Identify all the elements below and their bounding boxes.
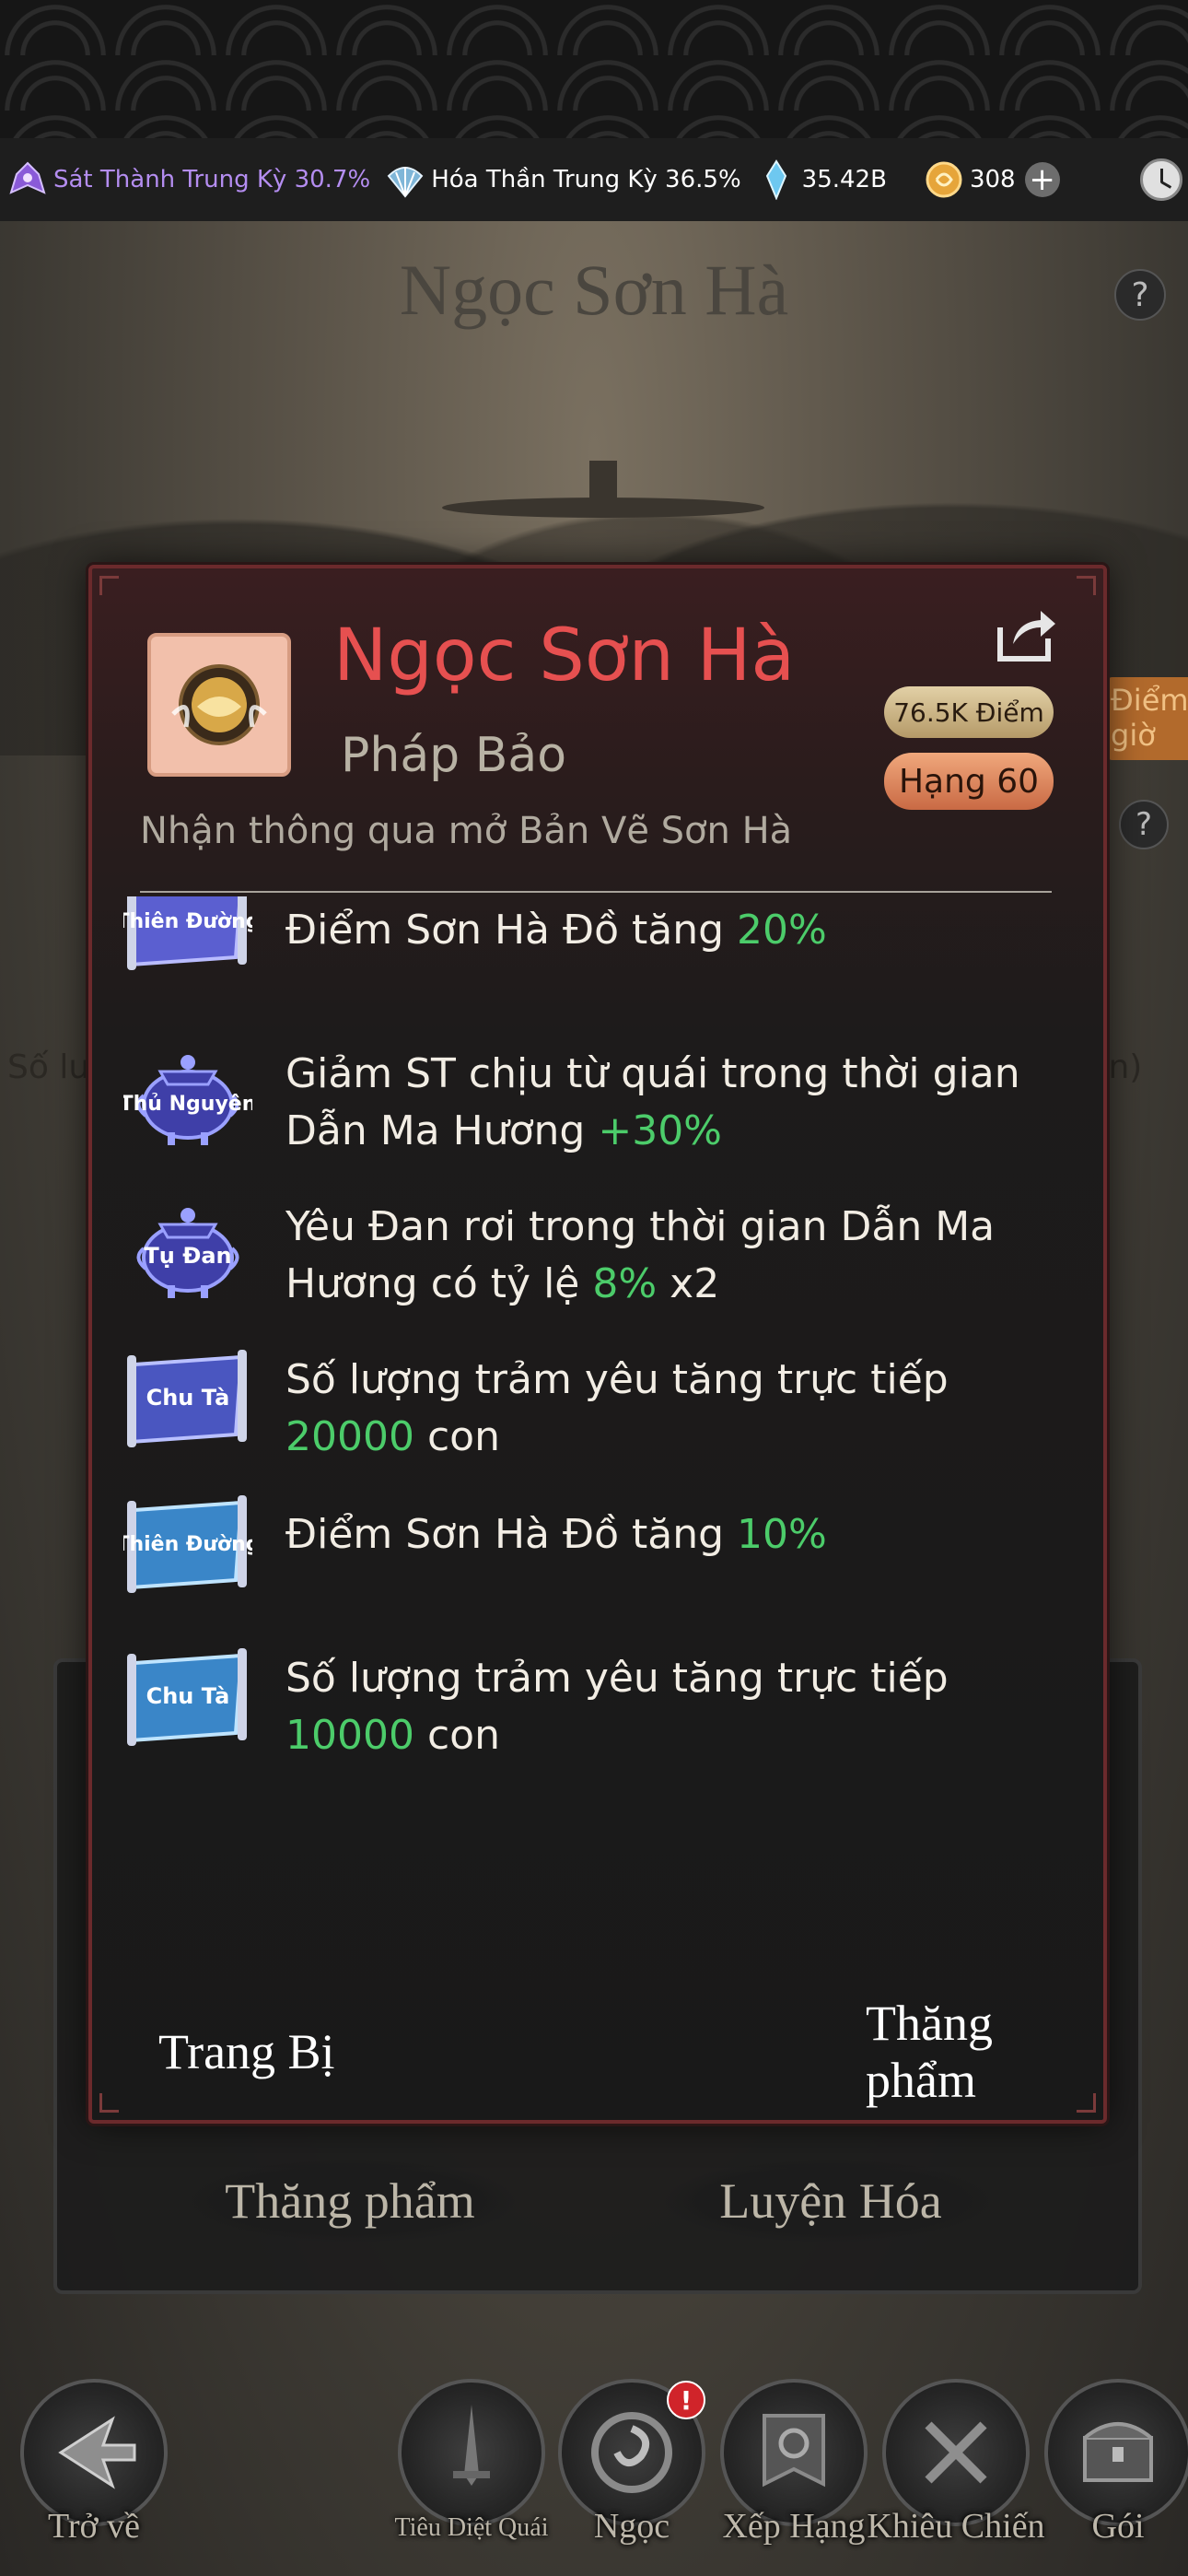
divider	[140, 891, 1052, 893]
effect-badge-label: Chu Tà	[146, 1385, 230, 1411]
cauldron-badge-icon: Thủ Nguyên	[123, 1055, 252, 1145]
crossed-swords-icon	[925, 2421, 987, 2484]
realm-progress-2-text: Hóa Thần Trung Kỳ 36.5%	[431, 166, 741, 193]
effect-suffix: con	[413, 1413, 500, 1460]
effect-badge-label: Thiên Đường	[123, 1533, 252, 1556]
corner-ornament	[1077, 576, 1096, 595]
nav-jade[interactable]: ! Ngọc	[558, 2379, 705, 2563]
effect-text: Số lượng trảm yêu tăng trực tiếp	[285, 1655, 949, 1702]
effect-badge-label: Tụ Đan	[144, 1243, 231, 1269]
equip-button[interactable]: Trang Bị	[158, 2010, 335, 2093]
crystal-icon	[765, 159, 786, 200]
demon-realm-icon	[9, 161, 46, 194]
side-points-badge[interactable]: Điểm giờ	[1105, 677, 1188, 760]
add-gold-button[interactable]: +	[1024, 162, 1060, 197]
effect-text: Điểm Sơn Hà Đồ tăng	[285, 907, 738, 954]
realm-progress-1-text: Sát Thành Trung Kỳ 30.7%	[53, 166, 371, 193]
resource-bar: Sát Thành Trung Kỳ 30.7% Hóa Thần Trung …	[0, 138, 1188, 221]
effect-badge-label: Thiên Đường	[123, 910, 252, 933]
treasure-chest-icon	[1083, 2422, 1153, 2482]
side-badge-line2: giờ	[1111, 718, 1156, 753]
effect-description: Giảm ST chịu từ quái trong thời gian Dẫn…	[285, 1046, 1077, 1160]
back-arrow-icon	[58, 2416, 136, 2489]
nav-ranking[interactable]: Xếp Hạng	[720, 2379, 868, 2563]
gold-amount: 308	[969, 166, 1016, 193]
effects-list[interactable]: Thiên Đường Điểm Sơn Hà Đồ tăng 20% Thủ Ng…	[123, 896, 1081, 1928]
item-name: Ngọc Sơn Hà	[333, 615, 796, 697]
nav-pack-label: Gói	[1091, 2507, 1145, 2546]
item-type: Pháp Bảo	[341, 728, 567, 783]
nav-challenge[interactable]: Khiêu Chiến	[867, 2379, 1045, 2563]
nav-back[interactable]: Trở về	[20, 2379, 168, 2563]
effect-badge-label: Thủ Nguyên	[123, 1093, 252, 1116]
sword-icon	[453, 2405, 490, 2486]
effect-description: Điểm Sơn Hà Đồ tăng 20%	[285, 902, 1077, 959]
item-source: Nhận thông qua mở Bản Vẽ Sơn Hà	[140, 810, 793, 852]
rank-badge: Hạng 60	[884, 753, 1054, 810]
realm-progress-2[interactable]: Hóa Thần Trung Kỳ 36.5%	[385, 159, 741, 200]
gem-counter[interactable]: 35.42B	[756, 159, 887, 200]
nav-back-label: Trở về	[48, 2507, 140, 2546]
jade-orb-icon	[171, 664, 267, 745]
nav-circle	[398, 2379, 545, 2526]
banner-icon	[763, 2414, 825, 2488]
corner-ornament	[99, 2093, 119, 2113]
fan-realm-icon	[387, 167, 424, 198]
gold-counter[interactable]: 308 +	[924, 159, 1060, 200]
gold-coin-icon	[926, 161, 962, 198]
effect-value: 20%	[737, 907, 827, 954]
top-decoration	[0, 0, 1188, 138]
help-icon-secondary[interactable]: ?	[1119, 800, 1169, 849]
effect-description: Số lượng trảm yêu tăng trực tiếp 20000 c…	[285, 1352, 1077, 1466]
nav-circle	[882, 2379, 1030, 2526]
effect-value: 8%	[592, 1260, 658, 1307]
help-icon[interactable]: ?	[1114, 269, 1166, 321]
clock-icon[interactable]	[1140, 158, 1182, 201]
effect-suffix: con	[413, 1712, 500, 1759]
effect-text: Số lượng trảm yêu tăng trực tiếp	[285, 1356, 949, 1403]
nav-circle	[1044, 2379, 1188, 2526]
scroll-badge-icon: Chu Tà	[127, 1350, 247, 1447]
scroll-badge-icon: Chu Tà	[127, 1648, 247, 1746]
pagoda-silhouette	[442, 461, 764, 544]
item-detail-modal: Ngọc Sơn Hà Pháp Bảo 76.5K Điểm Hạng 60 …	[88, 565, 1107, 2124]
effect-description: Yêu Đan rơi trong thời gian Dẫn Ma Hương…	[285, 1199, 1077, 1313]
effect-value: 10000	[285, 1712, 414, 1759]
nav-pack[interactable]: Gói	[1044, 2379, 1188, 2563]
gem-amount: 35.42B	[801, 166, 887, 193]
effect-text: Điểm Sơn Hà Đồ tăng	[285, 1511, 738, 1558]
background-refine-button[interactable]: Luyện Hóa	[665, 2160, 996, 2242]
effect-value: +30%	[598, 1107, 722, 1154]
effect-description: Số lượng trảm yêu tăng trực tiếp 10000 c…	[285, 1650, 1077, 1764]
cauldron-badge-icon: Tụ Đan	[136, 1208, 239, 1298]
effect-value: 20000	[285, 1413, 414, 1460]
points-badge: 76.5K Điểm	[884, 686, 1054, 738]
effect-suffix: x2	[657, 1260, 720, 1307]
corner-ornament	[99, 576, 119, 595]
background-label-left: Số lu	[7, 1048, 90, 1086]
upgrade-button[interactable]: Thăng phẩm	[866, 1996, 1103, 2108]
side-badge-line1: Điểm	[1111, 683, 1188, 718]
nav-kill-monster[interactable]: Tiêu Diệt Quái	[395, 2379, 548, 2563]
effect-value: 10%	[737, 1511, 827, 1558]
item-icon-frame	[147, 633, 291, 777]
bottom-nav: Trở về Tiêu Diệt Quái ! Ngọc Xếp Hạng Kh…	[0, 2359, 1188, 2576]
nav-circle	[20, 2379, 168, 2526]
scroll-badge-icon: Thiên Đường	[123, 1495, 252, 1593]
effect-badge-label: Chu Tà	[146, 1683, 230, 1709]
notification-badge: !	[667, 2381, 705, 2419]
nav-circle	[720, 2379, 868, 2526]
scroll-badge-icon: Thiên Đường	[123, 896, 252, 970]
realm-progress-1[interactable]: Sát Thành Trung Kỳ 30.7%	[7, 159, 370, 200]
page-title: Ngọc Sơn Hà	[399, 250, 789, 330]
share-icon[interactable]	[995, 605, 1059, 664]
effect-description: Điểm Sơn Hà Đồ tăng 10%	[285, 1506, 1077, 1563]
background-upgrade-button[interactable]: Thăng phẩm	[184, 2160, 516, 2242]
